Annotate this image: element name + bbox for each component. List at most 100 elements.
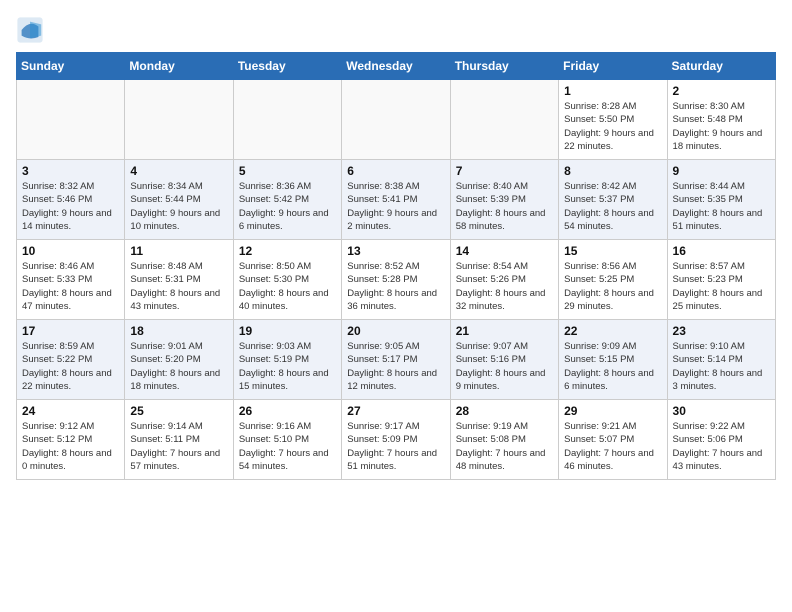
calendar-day-cell: 20Sunrise: 9:05 AMSunset: 5:17 PMDayligh… [342, 320, 450, 400]
day-number: 14 [456, 244, 553, 258]
day-info: Sunrise: 9:03 AMSunset: 5:19 PMDaylight:… [239, 340, 336, 393]
day-info: Sunrise: 8:28 AMSunset: 5:50 PMDaylight:… [564, 100, 661, 153]
day-info: Sunrise: 8:57 AMSunset: 5:23 PMDaylight:… [673, 260, 770, 313]
day-info: Sunrise: 8:52 AMSunset: 5:28 PMDaylight:… [347, 260, 444, 313]
day-number: 22 [564, 324, 661, 338]
calendar-day-cell [17, 80, 125, 160]
day-number: 13 [347, 244, 444, 258]
calendar-day-cell: 3 Sunrise: 8:32 AMSunset: 5:46 PMDaylight… [17, 160, 125, 240]
weekday-header: Friday [559, 53, 667, 80]
calendar-day-cell: 6 Sunrise: 8:38 AMSunset: 5:41 PMDaylight… [342, 160, 450, 240]
calendar-week-row: 10 Sunrise: 8:46 AMSunset: 5:33 PMDayligh… [17, 240, 776, 320]
calendar-day-cell: 9 Sunrise: 8:44 AMSunset: 5:35 PMDaylight… [667, 160, 775, 240]
day-number: 23 [673, 324, 770, 338]
day-info: Sunrise: 8:46 AMSunset: 5:33 PMDaylight:… [22, 260, 119, 313]
day-number: 28 [456, 404, 553, 418]
day-info: Sunrise: 8:54 AMSunset: 5:26 PMDaylight:… [456, 260, 553, 313]
day-number: 24 [22, 404, 119, 418]
day-info: Sunrise: 9:22 AMSunset: 5:06 PMDaylight:… [673, 420, 770, 473]
day-number: 2 [673, 84, 770, 98]
day-number: 8 [564, 164, 661, 178]
calendar-day-cell: 22Sunrise: 9:09 AMSunset: 5:15 PMDayligh… [559, 320, 667, 400]
calendar-header: SundayMondayTuesdayWednesdayThursdayFrid… [17, 53, 776, 80]
day-number: 27 [347, 404, 444, 418]
calendar-body: 1 Sunrise: 8:28 AMSunset: 5:50 PMDaylight… [17, 80, 776, 480]
calendar-day-cell: 27 Sunrise: 9:17 AMSunset: 5:09 PMDayligh… [342, 400, 450, 480]
calendar-day-cell: 13 Sunrise: 8:52 AMSunset: 5:28 PMDayligh… [342, 240, 450, 320]
calendar-day-cell: 28 Sunrise: 9:19 AMSunset: 5:08 PMDayligh… [450, 400, 558, 480]
weekday-header: Thursday [450, 53, 558, 80]
calendar-table: SundayMondayTuesdayWednesdayThursdayFrid… [16, 52, 776, 480]
calendar-day-cell: 26 Sunrise: 9:16 AMSunset: 5:10 PMDayligh… [233, 400, 341, 480]
day-info: Sunrise: 9:01 AMSunset: 5:20 PMDaylight:… [130, 340, 227, 393]
day-info: Sunrise: 8:32 AMSunset: 5:46 PMDaylight:… [22, 180, 119, 233]
day-info: Sunrise: 9:12 AMSunset: 5:12 PMDaylight:… [22, 420, 119, 473]
calendar-day-cell: 1 Sunrise: 8:28 AMSunset: 5:50 PMDaylight… [559, 80, 667, 160]
calendar-day-cell: 16 Sunrise: 8:57 AMSunset: 5:23 PMDayligh… [667, 240, 775, 320]
weekday-header: Tuesday [233, 53, 341, 80]
calendar-day-cell: 8 Sunrise: 8:42 AMSunset: 5:37 PMDaylight… [559, 160, 667, 240]
day-info: Sunrise: 9:17 AMSunset: 5:09 PMDaylight:… [347, 420, 444, 473]
day-info: Sunrise: 8:36 AMSunset: 5:42 PMDaylight:… [239, 180, 336, 233]
day-info: Sunrise: 9:21 AMSunset: 5:07 PMDaylight:… [564, 420, 661, 473]
day-info: Sunrise: 9:16 AMSunset: 5:10 PMDaylight:… [239, 420, 336, 473]
calendar-day-cell: 30 Sunrise: 9:22 AMSunset: 5:06 PMDayligh… [667, 400, 775, 480]
day-info: Sunrise: 8:34 AMSunset: 5:44 PMDaylight:… [130, 180, 227, 233]
calendar-day-cell: 10 Sunrise: 8:46 AMSunset: 5:33 PMDayligh… [17, 240, 125, 320]
day-number: 10 [22, 244, 119, 258]
day-info: Sunrise: 9:19 AMSunset: 5:08 PMDaylight:… [456, 420, 553, 473]
day-info: Sunrise: 8:56 AMSunset: 5:25 PMDaylight:… [564, 260, 661, 313]
day-number: 30 [673, 404, 770, 418]
day-number: 3 [22, 164, 119, 178]
day-number: 19 [239, 324, 336, 338]
calendar-day-cell: 5 Sunrise: 8:36 AMSunset: 5:42 PMDaylight… [233, 160, 341, 240]
day-number: 18 [130, 324, 227, 338]
day-info: Sunrise: 8:42 AMSunset: 5:37 PMDaylight:… [564, 180, 661, 233]
calendar-day-cell: 29Sunrise: 9:21 AMSunset: 5:07 PMDayligh… [559, 400, 667, 480]
day-number: 6 [347, 164, 444, 178]
calendar-day-cell [450, 80, 558, 160]
weekday-header: Saturday [667, 53, 775, 80]
day-number: 26 [239, 404, 336, 418]
logo-icon [16, 16, 44, 44]
day-info: Sunrise: 8:38 AMSunset: 5:41 PMDaylight:… [347, 180, 444, 233]
calendar-day-cell: 12 Sunrise: 8:50 AMSunset: 5:30 PMDayligh… [233, 240, 341, 320]
day-number: 5 [239, 164, 336, 178]
day-info: Sunrise: 9:14 AMSunset: 5:11 PMDaylight:… [130, 420, 227, 473]
day-info: Sunrise: 8:59 AMSunset: 5:22 PMDaylight:… [22, 340, 119, 393]
day-info: Sunrise: 9:10 AMSunset: 5:14 PMDaylight:… [673, 340, 770, 393]
day-number: 9 [673, 164, 770, 178]
day-number: 16 [673, 244, 770, 258]
page-header [16, 16, 776, 44]
day-number: 17 [22, 324, 119, 338]
day-number: 1 [564, 84, 661, 98]
day-info: Sunrise: 8:44 AMSunset: 5:35 PMDaylight:… [673, 180, 770, 233]
day-info: Sunrise: 8:30 AMSunset: 5:48 PMDaylight:… [673, 100, 770, 153]
day-number: 12 [239, 244, 336, 258]
day-number: 25 [130, 404, 227, 418]
calendar-week-row: 1 Sunrise: 8:28 AMSunset: 5:50 PMDaylight… [17, 80, 776, 160]
weekday-header: Monday [125, 53, 233, 80]
day-number: 7 [456, 164, 553, 178]
calendar-day-cell: 4Sunrise: 8:34 AMSunset: 5:44 PMDaylight… [125, 160, 233, 240]
day-number: 15 [564, 244, 661, 258]
day-info: Sunrise: 8:50 AMSunset: 5:30 PMDaylight:… [239, 260, 336, 313]
weekday-row: SundayMondayTuesdayWednesdayThursdayFrid… [17, 53, 776, 80]
calendar-day-cell: 11Sunrise: 8:48 AMSunset: 5:31 PMDayligh… [125, 240, 233, 320]
calendar-day-cell: 25 Sunrise: 9:14 AMSunset: 5:11 PMDayligh… [125, 400, 233, 480]
day-info: Sunrise: 8:40 AMSunset: 5:39 PMDaylight:… [456, 180, 553, 233]
calendar-day-cell: 19 Sunrise: 9:03 AMSunset: 5:19 PMDayligh… [233, 320, 341, 400]
calendar-day-cell [233, 80, 341, 160]
logo [16, 16, 48, 44]
day-info: Sunrise: 8:48 AMSunset: 5:31 PMDaylight:… [130, 260, 227, 313]
calendar-week-row: 17 Sunrise: 8:59 AMSunset: 5:22 PMDayligh… [17, 320, 776, 400]
day-number: 20 [347, 324, 444, 338]
day-info: Sunrise: 9:07 AMSunset: 5:16 PMDaylight:… [456, 340, 553, 393]
calendar-day-cell [125, 80, 233, 160]
calendar-day-cell: 14 Sunrise: 8:54 AMSunset: 5:26 PMDayligh… [450, 240, 558, 320]
day-number: 21 [456, 324, 553, 338]
calendar-week-row: 3 Sunrise: 8:32 AMSunset: 5:46 PMDaylight… [17, 160, 776, 240]
calendar-day-cell: 7 Sunrise: 8:40 AMSunset: 5:39 PMDaylight… [450, 160, 558, 240]
calendar-day-cell: 15 Sunrise: 8:56 AMSunset: 5:25 PMDayligh… [559, 240, 667, 320]
calendar-day-cell: 21 Sunrise: 9:07 AMSunset: 5:16 PMDayligh… [450, 320, 558, 400]
